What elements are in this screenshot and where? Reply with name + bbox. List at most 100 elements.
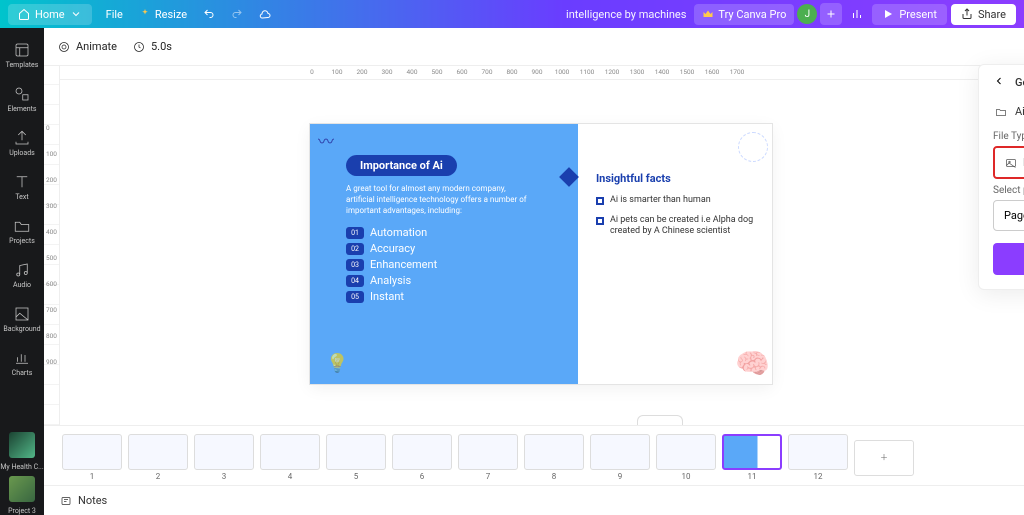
sidebar-project-myhealth[interactable]: My Health C... [0,429,44,471]
canvas[interactable]: 〰 Importance of Ai A great tool for almo… [60,80,1024,425]
file-type-label: File Type [993,131,1024,142]
vertical-ruler: 0100200300400500600700800900 [44,66,60,425]
duration-label: 5.0s [151,40,172,53]
fact-text: Ai pets can be created i.e Alpha dog cre… [610,215,754,238]
sidebar-item-elements[interactable]: Elements [0,78,44,120]
sidebar-item-charts[interactable]: Charts [0,342,44,384]
page-thumbnail[interactable] [260,434,320,470]
animate-label: Animate [76,40,117,53]
select-pages-select[interactable]: Pages 1–10 [993,200,1024,231]
page-thumbnail[interactable] [128,434,188,470]
panel-back-button[interactable] [993,75,1005,90]
fact-text: Ai is smarter than human [610,195,711,207]
panel-title: Google Drive [1015,76,1024,89]
ruler-tick: 1300 [630,68,645,76]
point-text: Automation [370,226,427,239]
slide-point: 05 Instant [346,290,558,303]
page-thumbnail[interactable] [656,434,716,470]
page-thumbnails: 123456789101112＋ [44,425,1024,485]
point-number: 05 [346,291,364,303]
thumb-number: 2 [156,472,161,481]
document-title[interactable]: intelligence by machines [566,8,686,21]
page-thumbnail[interactable] [524,434,584,470]
sidebar-project-3[interactable]: Project 3 [0,473,44,515]
chart-icon [13,349,31,367]
file-type-select[interactable]: PNG [993,146,1024,179]
home-icon [18,8,30,20]
bulb-icon: 💡 [326,353,348,374]
point-text: Enhancement [370,258,437,271]
undo-icon [203,8,215,20]
facts-heading: Insightful facts [596,172,754,185]
sidebar-item-background[interactable]: Background [0,298,44,340]
slide-right-panel: Insightful facts Ai is smarter than huma… [578,124,772,384]
try-pro-button[interactable]: Try Canva Pro [694,4,794,25]
page-thumbnail[interactable] [326,434,386,470]
sidebar-item-uploads[interactable]: Uploads [0,122,44,164]
point-text: Analysis [370,274,411,287]
slide-preview[interactable]: 〰 Importance of Ai A great tool for almo… [310,124,772,384]
panel-doc-row[interactable]: Ai Presentation [993,98,1024,125]
ruler-tick: 100 [46,150,57,158]
ruler-tick: 400 [46,228,57,236]
avatar[interactable]: J [797,4,817,24]
sidebar-label: My Health C... [0,463,43,471]
present-label: Present [899,8,937,21]
animate-button[interactable]: Animate [58,40,117,53]
audio-icon [13,261,31,279]
ruler-tick: 0 [310,68,314,76]
cloud-sync-button[interactable] [251,4,279,24]
sidebar-label: Text [15,193,28,201]
notes-label: Notes [78,494,107,507]
ruler-tick: 900 [532,68,543,76]
file-menu[interactable]: File [98,4,131,25]
home-button[interactable]: Home [8,4,92,25]
ruler-tick: 300 [46,202,57,210]
insights-button[interactable] [846,3,868,25]
sidebar-item-text[interactable]: Text [0,166,44,208]
duration-button[interactable]: 5.0s [133,40,172,53]
save-button[interactable]: Save [993,243,1024,275]
ruler-tick: 700 [482,68,493,76]
page-thumbnail[interactable] [62,434,122,470]
share-button[interactable]: Share [951,4,1016,25]
canvas-collapse-tab[interactable] [637,415,683,425]
select-pages-label: Select pages [993,185,1024,196]
slide-point: 04 Analysis [346,274,558,287]
avatar-initial: J [805,9,811,20]
slide-point: 02Accuracy [346,242,558,255]
chevron-left-icon [993,75,1005,87]
thumb-number: 12 [814,472,823,481]
add-page-button[interactable]: ＋ [854,440,914,476]
file-label: File [106,8,123,21]
sidebar-item-templates[interactable]: Templates [0,34,44,76]
sidebar-label: Audio [13,281,31,289]
page-thumbnail[interactable] [722,434,782,470]
sidebar-item-projects[interactable]: Projects [0,210,44,252]
slide-left-panel: 〰 Importance of Ai A great tool for almo… [310,124,578,384]
page-thumbnail[interactable] [788,434,848,470]
page-thumbnail[interactable] [590,434,650,470]
page-thumbnail[interactable] [194,434,254,470]
clock-icon [133,41,145,53]
notes-button[interactable]: Notes [60,494,107,507]
templates-icon [13,41,31,59]
undo-button[interactable] [195,4,223,24]
pro-label: Try Canva Pro [718,8,786,21]
redo-button[interactable] [223,4,251,24]
sidebar-item-audio[interactable]: Audio [0,254,44,296]
ruler-tick: 0 [46,124,50,132]
page-thumbnail[interactable] [458,434,518,470]
crown-icon [702,8,714,20]
slide-point: 01Automation [346,226,558,239]
ruler-tick: 500 [46,254,57,262]
point-number: 04 [346,275,364,287]
resize-button[interactable]: Resize [131,4,195,25]
add-member-button[interactable] [820,3,842,25]
point-text: Instant [370,290,404,303]
present-button[interactable]: Present [872,4,947,25]
chart-icon [851,8,863,20]
ruler-tick: 100 [332,68,343,76]
page-thumbnail[interactable] [392,434,452,470]
bullet-icon [596,217,604,225]
